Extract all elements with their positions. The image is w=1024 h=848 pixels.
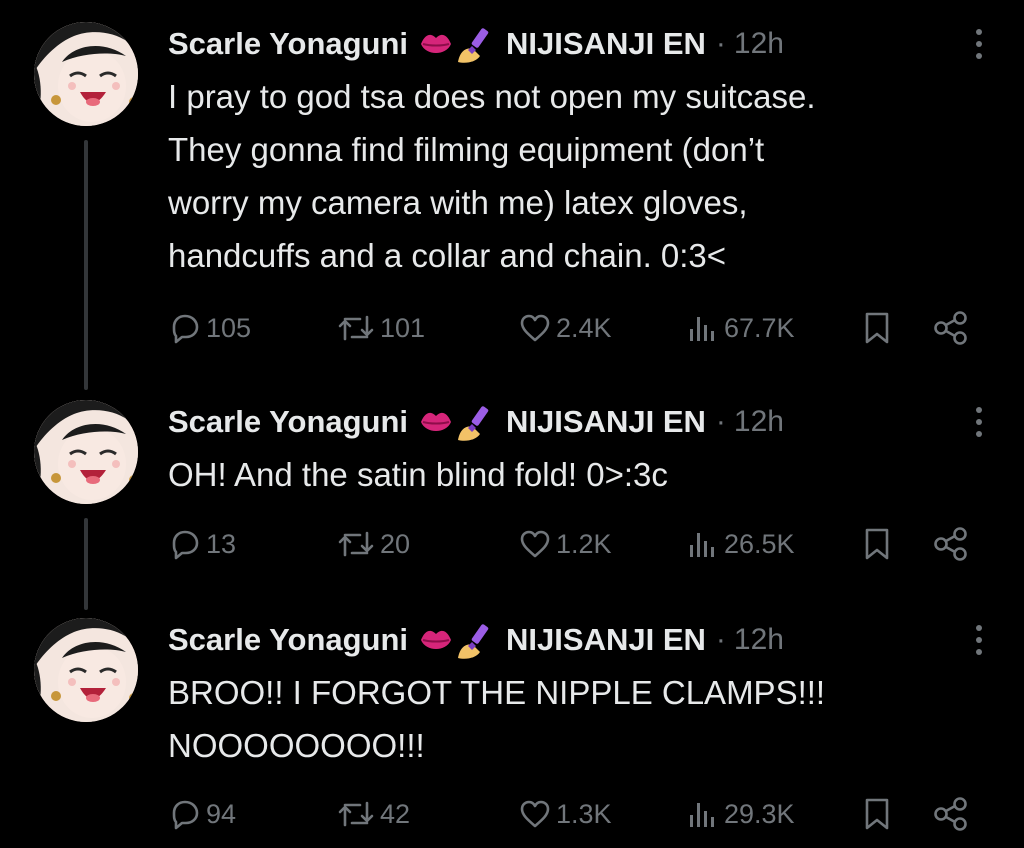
repost-count: 101 [380, 312, 426, 343]
repost-button[interactable]: 42 [336, 792, 410, 836]
avatar-image [34, 618, 138, 722]
share-icon [934, 311, 967, 345]
action-bar: 105 101 2.4K 67.7K [168, 306, 978, 350]
action-bar: 94 42 1.3K 29.3K [168, 792, 978, 836]
action-bar: 13 20 1.2K 26.5K [168, 522, 978, 566]
more-icon[interactable] [964, 402, 994, 442]
views-count: 67.7K [724, 312, 795, 343]
avatar[interactable] [34, 618, 138, 722]
avatar-image [34, 22, 138, 126]
tweet-thread: Scarle Yonaguni NIJISANJI EN · 12h I pra… [0, 0, 1024, 848]
tweet[interactable]: Scarle Yonaguni NIJISANJI EN · 12h OH! A… [0, 400, 1024, 580]
tweet[interactable]: Scarle Yonaguni NIJISANJI EN · 12h BROO!… [0, 618, 1024, 848]
author-name[interactable]: Scarle Yonaguni [168, 404, 408, 440]
avatar-image [34, 400, 138, 504]
repost-count: 20 [380, 528, 411, 559]
share-button[interactable] [932, 522, 970, 566]
share-icon [934, 527, 967, 561]
tweet-header: Scarle Yonaguni NIJISANJI EN · 12h [168, 400, 994, 444]
timestamp[interactable]: 12h [734, 27, 784, 61]
views-icon [690, 317, 714, 341]
bookmark-button[interactable] [860, 522, 894, 566]
separator-dot: · [715, 405, 726, 438]
lips-emoji-icon [421, 412, 452, 431]
views-button[interactable]: 29.3K [686, 792, 795, 836]
reply-button[interactable]: 94 [168, 792, 236, 836]
more-icon[interactable] [964, 24, 994, 64]
bookmark-button[interactable] [860, 306, 894, 350]
nail-polish-emoji-icon [458, 28, 489, 63]
more-icon[interactable] [964, 620, 994, 660]
heart-icon [520, 800, 550, 828]
views-button[interactable]: 26.5K [686, 522, 795, 566]
views-count: 26.5K [724, 528, 795, 559]
separator-dot: · [715, 27, 726, 60]
reply-count: 94 [206, 798, 237, 829]
bookmark-icon [865, 312, 889, 344]
lips-emoji-icon [421, 630, 452, 649]
nail-polish-emoji-icon [458, 624, 489, 659]
heart-icon [520, 314, 550, 342]
views-icon [690, 803, 714, 827]
like-button[interactable]: 1.2K [518, 522, 612, 566]
share-button[interactable] [932, 306, 970, 350]
share-button[interactable] [932, 792, 970, 836]
views-icon [690, 533, 714, 557]
reply-icon [172, 314, 199, 344]
views-button[interactable]: 67.7K [686, 306, 795, 350]
avatar[interactable] [34, 400, 138, 504]
tweet-header: Scarle Yonaguni NIJISANJI EN · 12h [168, 618, 994, 662]
like-count: 1.3K [556, 798, 612, 829]
affiliation-label[interactable]: NIJISANJI EN [506, 404, 706, 440]
affiliation-label[interactable]: NIJISANJI EN [506, 26, 706, 62]
affiliation-label[interactable]: NIJISANJI EN [506, 622, 706, 658]
repost-icon [338, 801, 374, 827]
repost-button[interactable]: 101 [336, 306, 425, 350]
like-button[interactable]: 1.3K [518, 792, 612, 836]
repost-button[interactable]: 20 [336, 522, 410, 566]
repost-icon [338, 315, 374, 341]
reply-icon [172, 530, 199, 560]
nail-polish-emoji-icon [458, 406, 489, 441]
timestamp[interactable]: 12h [734, 623, 784, 657]
views-count: 29.3K [724, 798, 795, 829]
tweet[interactable]: Scarle Yonaguni NIJISANJI EN · 12h I pra… [0, 22, 1024, 362]
reply-icon [172, 800, 199, 830]
repost-count: 42 [380, 798, 411, 829]
reply-button[interactable]: 13 [168, 522, 236, 566]
reply-count: 105 [206, 312, 252, 343]
avatar[interactable] [34, 22, 138, 126]
author-name[interactable]: Scarle Yonaguni [168, 622, 408, 658]
tweet-text: OH! And the satin blind fold! 0>:3c [168, 456, 668, 493]
tweet-text: I pray to god tsa does not open my suitc… [168, 78, 816, 274]
reply-count: 13 [206, 528, 237, 559]
author-name[interactable]: Scarle Yonaguni [168, 26, 408, 62]
bookmark-icon [865, 528, 889, 560]
tweet-header: Scarle Yonaguni NIJISANJI EN · 12h [168, 22, 994, 66]
like-count: 2.4K [556, 312, 612, 343]
reply-button[interactable]: 105 [168, 306, 251, 350]
bookmark-button[interactable] [860, 792, 894, 836]
like-button[interactable]: 2.4K [518, 306, 612, 350]
separator-dot: · [715, 623, 726, 656]
share-icon [934, 797, 967, 831]
tweet-text: BROO!! I FORGOT THE NIPPLE CLAMPS!!! NOO… [168, 674, 826, 764]
bookmark-icon [865, 798, 889, 830]
lips-emoji-icon [421, 34, 452, 53]
like-count: 1.2K [556, 528, 612, 559]
repost-icon [338, 531, 374, 557]
heart-icon [520, 530, 550, 558]
timestamp[interactable]: 12h [734, 405, 784, 439]
